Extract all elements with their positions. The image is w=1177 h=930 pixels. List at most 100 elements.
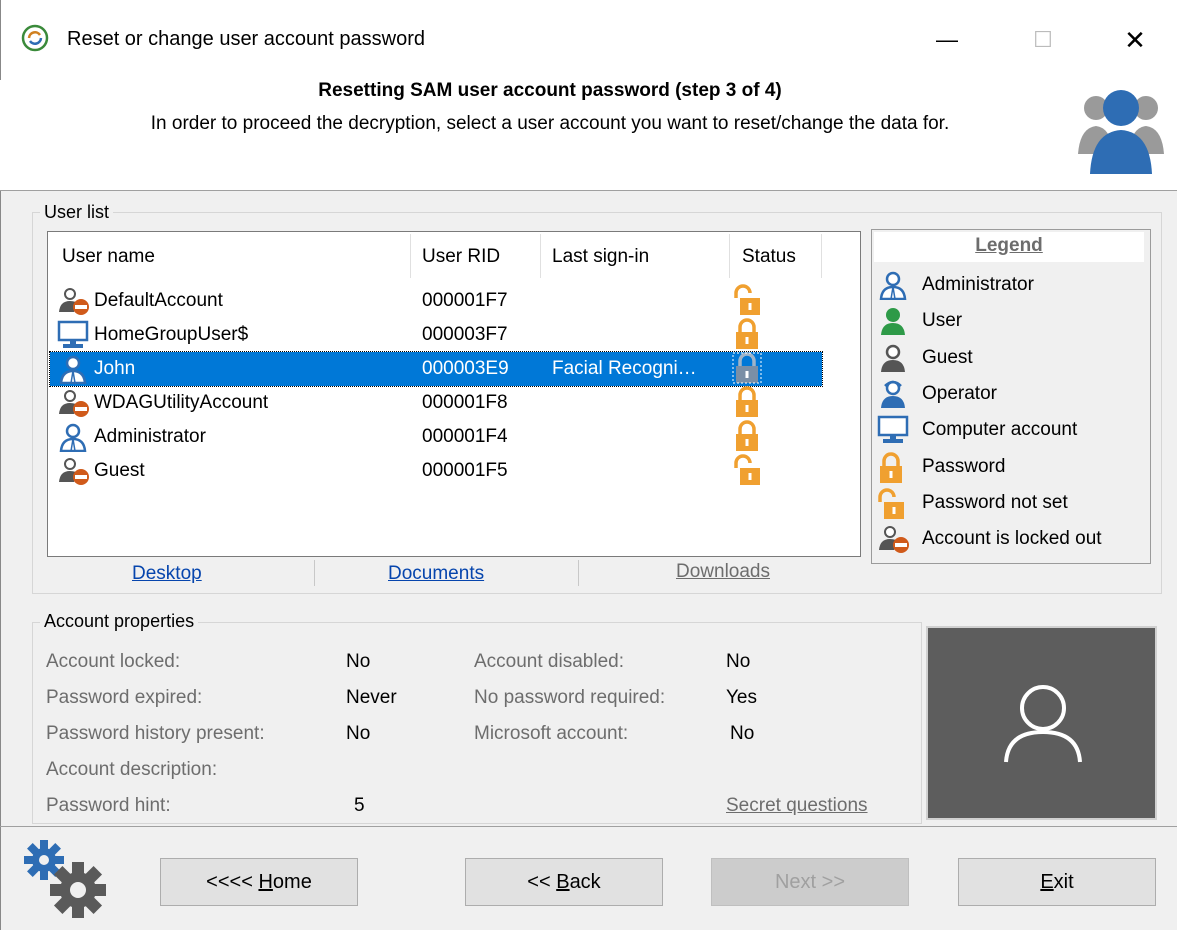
user-row[interactable]: HomeGroupUser$ 000003F7	[50, 318, 822, 352]
user-rid: 000001F7	[422, 290, 508, 311]
column-header-last-signin[interactable]: Last sign-in	[552, 246, 649, 268]
next-button[interactable]: Next >>	[711, 858, 909, 906]
avatar-icon	[1004, 685, 1082, 763]
legend-item: Account is locked out	[876, 524, 1146, 558]
user-row[interactable]: John 000003E9 Facial Recogni…	[49, 351, 823, 387]
home-button-label: <<<< Home	[206, 870, 312, 893]
column-header-status[interactable]: Status	[742, 246, 796, 268]
guest-icon	[876, 343, 910, 375]
user-name: WDAGUtilityAccount	[94, 392, 269, 413]
locked-out-user-icon	[56, 286, 90, 316]
password-hint-value: 5	[354, 795, 365, 816]
next-button-label: Next >>	[774, 870, 846, 893]
user-rid: 000001F5	[422, 460, 508, 481]
user-row[interactable]: Administrator 000001F4	[50, 420, 822, 454]
column-separator[interactable]	[410, 234, 411, 278]
column-separator[interactable]	[540, 234, 541, 278]
user-row[interactable]: WDAGUtilityAccount 000001F8	[50, 386, 822, 420]
column-separator[interactable]	[821, 234, 822, 278]
password-history-value: No	[346, 723, 371, 744]
legend-item-label: Password not set	[922, 491, 1068, 513]
app-icon	[21, 24, 49, 52]
exit-button[interactable]: Exit	[958, 858, 1156, 906]
microsoft-account-value: No	[730, 723, 755, 744]
column-separator[interactable]	[729, 234, 730, 278]
locked-out-user-icon	[56, 456, 90, 486]
password-status-icon	[732, 352, 762, 384]
legend-item: Guest	[876, 343, 1146, 377]
legend-item: Operator	[876, 379, 1146, 413]
account-disabled-value: No	[726, 651, 751, 672]
minimize-button[interactable]: —	[919, 18, 975, 62]
no-password-required-label: No password required:	[474, 687, 666, 708]
account-description-label: Account description:	[46, 759, 218, 780]
user-name: John	[94, 358, 136, 379]
minimize-icon: —	[936, 27, 958, 52]
legend-item-label: Administrator	[922, 274, 1034, 295]
password-expired-value: Never	[346, 687, 397, 708]
link-divider	[314, 560, 315, 586]
user-icon	[876, 306, 910, 338]
user-rid: 000003F7	[422, 324, 508, 345]
user-name: HomeGroupUser$	[94, 324, 249, 345]
administrator-user-icon	[56, 422, 90, 453]
desktop-link[interactable]: Desktop	[132, 563, 202, 585]
user-row[interactable]: Guest 000001F5	[50, 454, 822, 488]
user-name: Guest	[94, 460, 145, 481]
legend-item: Computer account	[876, 415, 1146, 449]
legend-item-label: User	[922, 310, 963, 332]
legend-item-label: Guest	[922, 346, 973, 368]
password-not-set-icon	[876, 488, 910, 520]
close-button[interactable]: ✕	[1107, 18, 1163, 62]
password-lock-icon	[876, 451, 910, 484]
column-header-user-name[interactable]: User name	[62, 246, 155, 268]
downloads-link[interactable]: Downloads	[676, 561, 770, 583]
password-status-icon	[732, 386, 762, 418]
account-disabled-label: Account disabled:	[474, 651, 624, 672]
window-title: Reset or change user account password	[67, 28, 425, 50]
administrator-user-icon	[56, 354, 90, 385]
password-status-icon	[732, 420, 762, 452]
documents-link[interactable]: Documents	[388, 563, 484, 585]
maximize-button[interactable]: ☐	[1015, 18, 1071, 62]
column-header-user-rid[interactable]: User RID	[422, 246, 500, 268]
legend-item: Administrator	[876, 270, 1146, 304]
title-bar: Reset or change user account password — …	[0, 0, 1177, 80]
back-button-label: << Back	[527, 870, 601, 893]
password-history-label: Password history present:	[46, 723, 265, 744]
step-description: In order to proceed the decryption, sele…	[150, 113, 950, 134]
user-rid: 000001F8	[422, 392, 508, 413]
account-locked-label: Account locked:	[46, 651, 181, 672]
secret-questions-link[interactable]: Secret questions	[726, 795, 868, 817]
legend-item-label: Password	[922, 455, 1006, 477]
administrator-icon	[876, 270, 910, 302]
user-rid: 000003E9	[422, 358, 509, 379]
users-group-icon	[1078, 90, 1164, 174]
password-status-icon	[732, 318, 762, 350]
legend-title: Legend	[874, 232, 1144, 262]
back-button[interactable]: << Back	[465, 858, 663, 906]
computer-account-icon	[876, 415, 910, 447]
link-divider	[578, 560, 579, 586]
computer-user-icon	[56, 320, 90, 350]
legend-item: Password not set	[876, 488, 1146, 522]
password-hint-label: Password hint:	[46, 795, 171, 816]
user-row[interactable]: DefaultAccount 000001F7	[50, 284, 822, 318]
password-not-set-status-icon	[732, 284, 762, 316]
password-not-set-status-icon	[732, 454, 762, 486]
last-signin: Facial Recogni…	[552, 358, 697, 379]
home-button[interactable]: <<<< Home	[160, 858, 358, 906]
user-avatar	[926, 626, 1157, 820]
footer-divider	[0, 826, 1177, 827]
user-name: DefaultAccount	[94, 290, 223, 311]
close-icon: ✕	[1124, 24, 1146, 55]
password-expired-label: Password expired:	[46, 687, 203, 708]
microsoft-account-label: Microsoft account:	[474, 723, 629, 744]
step-title: Resetting SAM user account password (ste…	[318, 80, 782, 101]
user-list-group-label: User list	[40, 202, 114, 223]
user-rid: 000001F4	[422, 426, 508, 447]
maximize-icon: ☐	[1033, 27, 1053, 52]
exit-button-label: Exit	[1040, 870, 1074, 893]
operator-icon	[876, 379, 910, 411]
legend-item-label: Operator	[922, 382, 997, 404]
